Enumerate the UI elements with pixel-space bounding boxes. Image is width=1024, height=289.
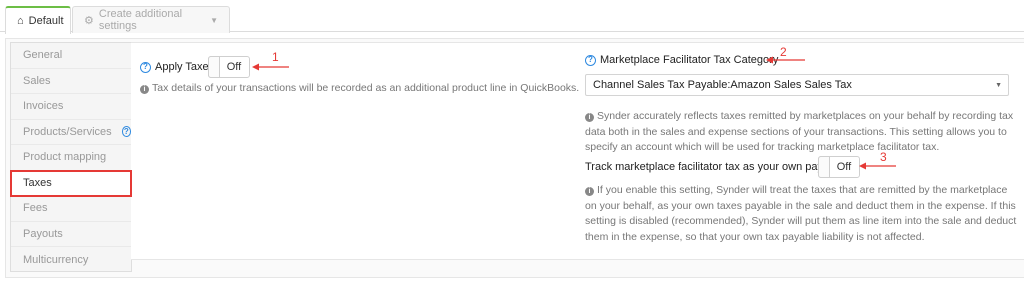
annotation-arrow-3 — [859, 162, 896, 170]
sidebar-item-label: Taxes — [23, 176, 52, 189]
annotation-arrow-1 — [252, 63, 289, 71]
annotation-number-3: 3 — [880, 150, 887, 164]
annotation-number-1: 1 — [272, 50, 279, 64]
annotation-arrows — [252, 56, 896, 170]
sidebar-item-taxes[interactable]: Taxes — [10, 169, 132, 197]
annotation-number-2: 2 — [780, 45, 787, 59]
